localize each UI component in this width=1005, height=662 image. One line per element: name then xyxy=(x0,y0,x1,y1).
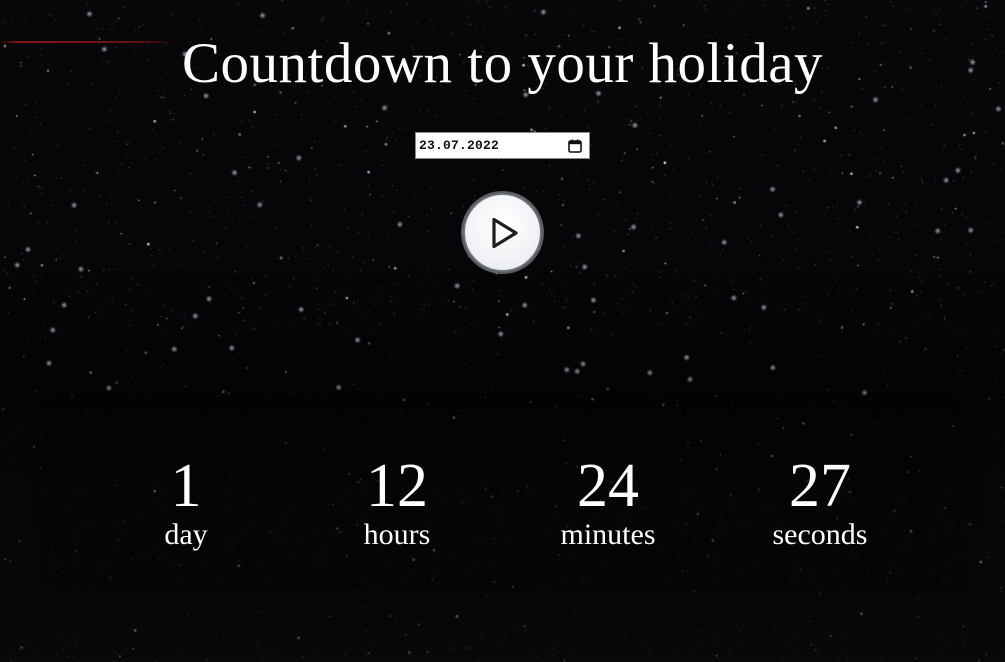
countdown-minutes: 24 minutes xyxy=(508,448,708,552)
countdown-days: 1 day xyxy=(86,448,286,552)
page-title: Countdown to your holiday xyxy=(181,32,824,95)
days-value: 1 xyxy=(170,452,202,520)
minutes-value: 24 xyxy=(577,452,639,520)
calendar-icon[interactable] xyxy=(564,135,586,157)
seconds-value: 27 xyxy=(789,452,851,520)
countdown-seconds: 27 seconds xyxy=(720,448,920,552)
hours-label: hours xyxy=(363,518,431,551)
date-input[interactable]: 23.07.2022 xyxy=(415,132,590,159)
date-input-value[interactable]: 23.07.2022 xyxy=(416,138,564,153)
play-icon xyxy=(491,217,518,248)
hours-value: 12 xyxy=(366,452,428,520)
start-countdown-button[interactable] xyxy=(463,193,542,272)
seconds-label: seconds xyxy=(772,518,868,551)
minutes-label: minutes xyxy=(560,518,656,551)
days-label: day xyxy=(164,518,208,551)
countdown-hours: 12 hours xyxy=(297,448,497,552)
